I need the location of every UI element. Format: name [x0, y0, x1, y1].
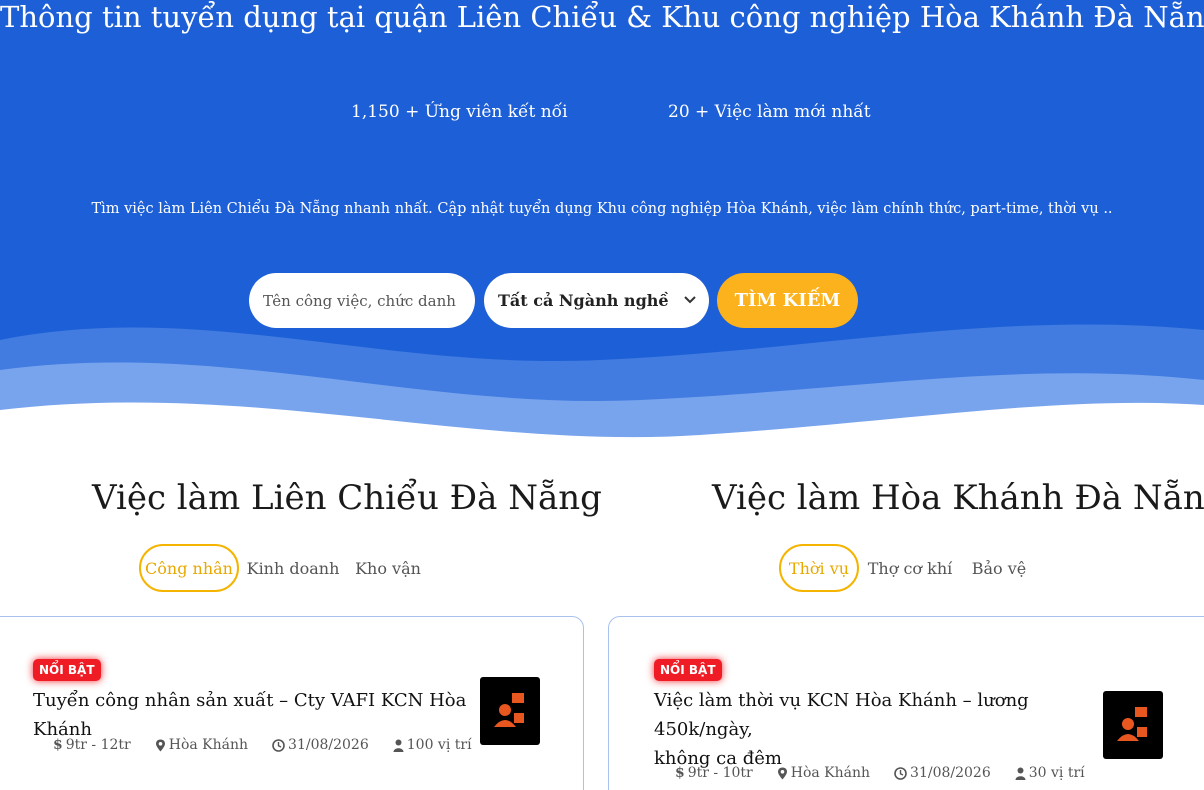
industry-select[interactable]: Tất cả Ngành nghề [484, 273, 709, 328]
job-salary: $9tr - 12tr [53, 737, 131, 753]
job-title[interactable]: Việc làm thời vụ KCN Hòa Khánh – lương 4… [654, 686, 1104, 773]
tab-kinh-doanh[interactable]: Kinh doanh [247, 544, 340, 592]
tab-thoi-vu[interactable]: Thời vụ [779, 544, 859, 592]
tab-tho-co-khi[interactable]: Thợ cơ khí [868, 544, 953, 592]
user-icon [393, 739, 404, 752]
chevron-down-icon [684, 296, 696, 304]
page-title: Thông tin tuyển dụng tại quận Liên Chiểu… [0, 0, 1204, 34]
job-meta: $9tr - 10tr Hòa Khánh 31/08/2026 30 vị t… [675, 765, 1085, 781]
stat-candidates: 1,150 + Ứng viên kết nối [351, 102, 568, 122]
job-deadline: 31/08/2026 [272, 737, 369, 753]
job-deadline: 31/08/2026 [894, 765, 991, 781]
company-logo-icon[interactable] [1103, 691, 1163, 759]
job-title[interactable]: Tuyển công nhân sản xuất – Cty VAFI KCN … [33, 686, 473, 744]
dollar-icon: $ [675, 765, 685, 781]
job-meta: $9tr - 12tr Hòa Khánh 31/08/2026 100 vị … [53, 737, 472, 753]
job-location: Hòa Khánh [155, 737, 248, 753]
featured-badge: NỔI BẬT [33, 659, 101, 681]
company-logo-icon[interactable] [480, 677, 540, 745]
hero-banner: Thông tin tuyển dụng tại quận Liên Chiểu… [0, 0, 1204, 450]
stat-jobs: 20 + Việc làm mới nhất [668, 102, 871, 122]
tagline: Tìm việc làm Liên Chiểu Đà Nẵng nhanh nh… [91, 201, 1113, 217]
user-icon [1015, 767, 1026, 780]
tab-bao-ve[interactable]: Bảo vệ [972, 544, 1027, 592]
job-title-line-1: Việc làm thời vụ KCN Hòa Khánh – lương 4… [654, 690, 1029, 740]
job-location: Hòa Khánh [777, 765, 870, 781]
job-salary: $9tr - 10tr [675, 765, 753, 781]
search-input[interactable] [249, 273, 475, 328]
job-card[interactable]: NỔI BẬT Tuyển công nhân sản xuất – Cty V… [0, 616, 584, 790]
section-title-hoa-khanh: Việc làm Hòa Khánh Đà Nẵng [712, 478, 1204, 518]
job-positions: 30 vị trí [1015, 765, 1085, 781]
section-title-lien-chieu: Việc làm Liên Chiểu Đà Nẵng [92, 478, 602, 518]
tab-cong-nhan[interactable]: Công nhân [139, 544, 239, 592]
industry-select-value: Tất cả Ngành nghề [498, 291, 669, 310]
clock-icon [272, 738, 285, 752]
map-pin-icon [155, 739, 165, 751]
map-pin-icon [777, 767, 787, 779]
job-positions: 100 vị trí [393, 737, 472, 753]
dollar-icon: $ [53, 737, 63, 753]
clock-icon [894, 766, 907, 780]
tab-kho-van[interactable]: Kho vận [355, 544, 421, 592]
search-button[interactable]: TÌM KIẾM [717, 273, 858, 328]
job-card[interactable]: NỔI BẬT Việc làm thời vụ KCN Hòa Khánh –… [608, 616, 1204, 790]
featured-badge: NỔI BẬT [654, 659, 722, 681]
